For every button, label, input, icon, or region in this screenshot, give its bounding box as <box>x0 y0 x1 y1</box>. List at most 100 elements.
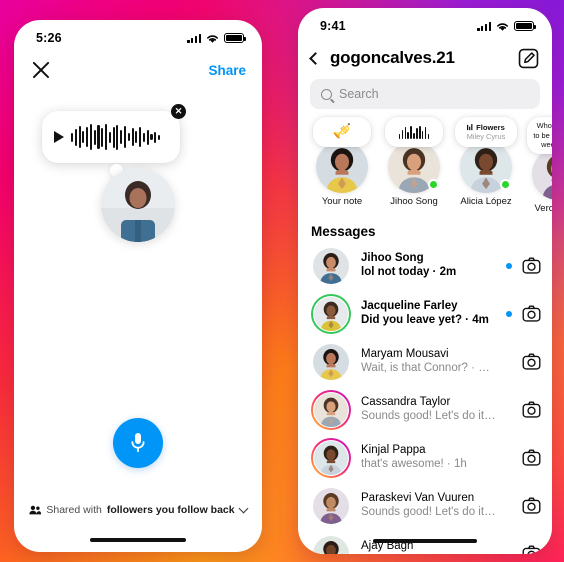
waveform-bar <box>120 130 123 144</box>
message-sender-name: Kinjal Pappa <box>361 444 426 456</box>
message-avatar[interactable] <box>311 389 351 430</box>
voice-note-preview: ✕ <box>14 90 262 390</box>
audience-selector[interactable]: Shared with followers you follow back <box>14 503 262 516</box>
message-row[interactable]: Paraskevi Van Vuuren Sounds good! Let's … <box>298 482 552 530</box>
note-item[interactable]: Who is going to be in SF this weekend? V… <box>526 117 552 214</box>
message-row[interactable]: Cassandra Taylor Sounds good! Let's do i… <box>298 386 552 434</box>
audience-value: followers you follow back <box>106 504 235 516</box>
message-row[interactable]: Kinjal Pappa that's awesome! · 1h <box>298 434 552 482</box>
record-voice-button[interactable] <box>113 418 163 468</box>
chevron-left-icon[interactable] <box>309 51 322 65</box>
note-bubble[interactable]: Flowers Miley Cyrus <box>455 117 517 147</box>
chevron-down-icon[interactable] <box>238 503 249 514</box>
home-indicator <box>90 538 186 542</box>
page-title: gogoncalves.21 <box>330 48 455 67</box>
message-preview: Wait, is that Connor? · 10m <box>361 362 496 374</box>
status-time: 5:26 <box>36 31 62 45</box>
left-phone-voice-note-screen: 5:26 Share ✕ Shared with followers you f… <box>14 20 262 552</box>
message-text: Kinjal Pappa that's awesome! · 1h <box>361 443 496 472</box>
avatar-image <box>314 296 348 331</box>
note-item[interactable]: Flowers Miley Cyrus Alicia López <box>454 117 518 214</box>
share-button[interactable]: Share <box>208 63 246 78</box>
voice-note-bubble[interactable]: ✕ <box>42 104 186 163</box>
message-preview: lol not today · 2m <box>361 266 457 278</box>
avatar-image <box>313 343 349 380</box>
message-row[interactable]: Jihoo Song lol not today · 2m <box>298 242 552 290</box>
message-preview: Did you leave yet? · 4m <box>361 314 489 326</box>
waveform-bar <box>135 131 138 143</box>
note-author-name: Veronica J. <box>534 202 553 214</box>
camera-icon[interactable] <box>522 304 541 323</box>
avatar-image <box>313 487 349 524</box>
waveform-bar <box>116 124 119 150</box>
wifi-icon <box>207 34 218 43</box>
message-preview: Sounds good! Let's do it · 2h <box>361 506 496 518</box>
audio-waveform-icon <box>398 125 430 139</box>
note-item[interactable]: 🎺 Your note <box>310 117 374 214</box>
message-text: Jihoo Song lol not today · 2m <box>361 251 496 280</box>
message-avatar[interactable] <box>311 534 351 554</box>
music-note-icon <box>467 124 473 131</box>
note-author-name: Jihoo Song <box>390 196 438 207</box>
status-icons <box>187 33 247 44</box>
avatar-image <box>101 168 175 242</box>
camera-icon[interactable] <box>522 448 541 467</box>
camera-icon[interactable] <box>522 544 541 554</box>
message-avatar[interactable] <box>311 293 351 334</box>
waveform-bar <box>123 126 127 148</box>
online-status-indicator <box>500 179 511 190</box>
note-song-artist: Miley Cyrus <box>466 132 506 141</box>
voice-note-nav: Share <box>14 50 262 90</box>
note-avatar-wrap[interactable] <box>532 147 552 200</box>
close-icon[interactable]: ✕ <box>171 104 186 119</box>
note-text: Who is going to be in SF this weekend? <box>533 121 552 149</box>
message-text: Jacqueline Farley Did you leave yet? · 4… <box>361 299 496 328</box>
close-icon[interactable] <box>30 59 52 81</box>
note-avatar-wrap[interactable] <box>388 141 440 193</box>
cellular-bars-icon <box>187 33 201 43</box>
camera-icon[interactable] <box>522 256 541 275</box>
play-icon[interactable] <box>54 131 64 143</box>
message-text: Paraskevi Van Vuuren Sounds good! Let's … <box>361 491 496 520</box>
note-avatar-wrap[interactable] <box>460 141 512 193</box>
waveform-bar <box>108 131 111 143</box>
online-status-indicator <box>428 179 439 190</box>
message-avatar[interactable] <box>311 437 351 478</box>
waveform-bar <box>86 127 89 147</box>
message-preview: Sounds good! Let's do it · 45m <box>361 410 496 422</box>
wifi-icon <box>497 22 508 31</box>
camera-icon[interactable] <box>522 496 541 515</box>
inbox-nav: gogoncalves.21 <box>298 38 552 78</box>
note-bubble[interactable] <box>385 117 443 147</box>
note-avatar-wrap[interactable] <box>316 141 368 193</box>
search-input[interactable]: Search <box>310 79 540 109</box>
avatar-image <box>313 535 349 554</box>
waveform-bar <box>74 128 77 146</box>
message-avatar[interactable] <box>311 486 351 526</box>
message-sender-name: Paraskevi Van Vuuren <box>361 492 475 504</box>
microphone-icon <box>131 433 145 453</box>
right-phone-direct-inbox-screen: 9:41 gogoncalves.21 Search 🎺 Your note J… <box>298 8 552 554</box>
notes-tray[interactable]: 🎺 Your note Jihoo Song Flowers Miley Cyr… <box>298 109 552 218</box>
note-item[interactable]: Jihoo Song <box>382 117 446 214</box>
waveform-bar <box>112 126 115 148</box>
avatar-image <box>532 147 552 200</box>
waveform-bar <box>154 131 157 143</box>
note-bubble[interactable]: 🎺 <box>313 117 371 147</box>
message-avatar[interactable] <box>311 246 351 286</box>
camera-icon[interactable] <box>522 352 541 371</box>
message-sender-name: Jihoo Song <box>361 252 424 264</box>
note-bubble[interactable]: Who is going to be in SF this weekend? <box>527 117 552 154</box>
status-bar: 5:26 <box>14 20 262 50</box>
message-row[interactable]: Maryam Mousavi Wait, is that Connor? · 1… <box>298 338 552 386</box>
waveform-bar <box>146 129 149 145</box>
messages-header: Messages <box>311 223 376 239</box>
note-avatar <box>532 147 552 200</box>
waveform-bar <box>71 132 74 142</box>
message-avatar[interactable] <box>311 342 351 382</box>
waveform-bar <box>150 134 153 140</box>
waveform-bar <box>78 126 81 148</box>
message-row[interactable]: Jacqueline Farley Did you leave yet? · 4… <box>298 290 552 338</box>
camera-icon[interactable] <box>522 400 541 419</box>
compose-icon[interactable] <box>518 48 539 69</box>
